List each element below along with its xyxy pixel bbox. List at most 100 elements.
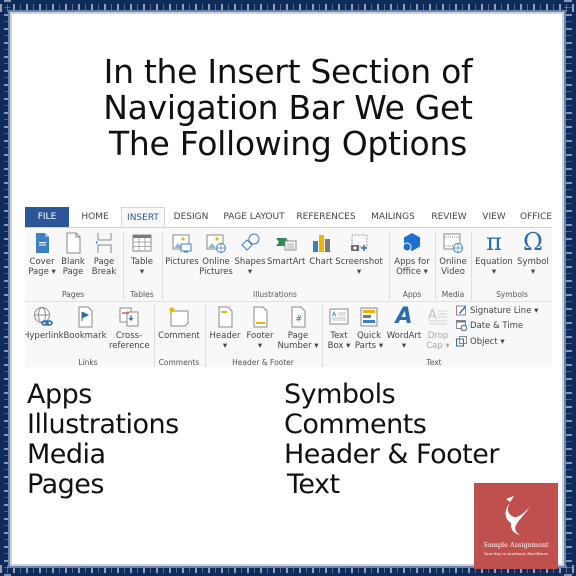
cover-page-label-2: Page ▾ <box>28 267 56 277</box>
online-pictures-button[interactable]: Online Pictures <box>199 232 233 277</box>
quick-parts-label-2: Parts ▾ <box>354 341 384 351</box>
signature-line-button[interactable]: Signature Line ▾ <box>456 304 538 318</box>
smartart-icon <box>275 232 297 254</box>
wordart-label-1: WordArt <box>386 331 422 341</box>
object-icon <box>456 336 467 347</box>
tab-references[interactable]: REFERENCES <box>294 207 358 228</box>
date-time-label: Date & Time <box>470 321 524 331</box>
frame-texture-top <box>0 4 576 12</box>
tab-office[interactable]: OFFICE <box>516 207 556 228</box>
wordart-button[interactable]: A WordArt ▾ <box>384 304 424 352</box>
group-label-tables: Tables <box>130 290 154 299</box>
option-illustrations: Illustrations <box>27 409 179 440</box>
option-pages: Pages <box>27 469 104 500</box>
tab-mailings[interactable]: MAILINGS <box>365 207 421 228</box>
bookmark-label-1: Bookmark <box>63 331 107 341</box>
group-label-comments: Comments <box>158 358 200 367</box>
cross-reference-icon <box>118 306 140 328</box>
option-apps: Apps <box>27 379 92 410</box>
insert-panel: Cover Page ▾ Blank Page Page Break Pages… <box>25 227 552 367</box>
table-label-1: Table <box>131 257 153 267</box>
dancing-figure-icon <box>505 496 530 535</box>
comment-button[interactable]: Comment <box>156 306 202 341</box>
shapes-button[interactable]: Shapes ▾ <box>233 232 267 277</box>
group-separator <box>389 232 390 300</box>
option-text: Text <box>287 469 340 500</box>
page-number-icon: # <box>287 306 309 328</box>
tab-design[interactable]: DESIGN <box>168 207 214 228</box>
text-box-button[interactable]: A Text Box ▾ <box>324 306 354 351</box>
tab-file[interactable]: FILE <box>25 207 69 228</box>
group-separator <box>154 304 155 367</box>
group-label-header-footer: Header & Footer <box>232 358 294 367</box>
text-box-label-1: Text <box>330 331 348 341</box>
headline-line-2: Navigation Bar We Get <box>103 88 473 127</box>
bookmark-button[interactable]: Bookmark <box>63 306 107 341</box>
symbol-button[interactable]: Ω Symbol ▾ <box>515 230 551 277</box>
page-number-button[interactable]: # Page Number ▾ <box>277 306 319 351</box>
text-box-label-2: Box ▾ <box>327 341 351 351</box>
group-separator <box>123 232 124 300</box>
footer-button[interactable]: Footer ▾ <box>243 306 277 351</box>
apps-for-office-label-2: Office ▾ <box>396 267 428 277</box>
svg-text:#: # <box>296 314 303 323</box>
group-label-apps: Apps <box>402 290 422 299</box>
logo-name: Sample Assignment <box>483 541 549 549</box>
tab-home[interactable]: HOME <box>73 207 117 228</box>
quick-parts-icon <box>358 306 380 328</box>
headline: In the Insert Section of Navigation Bar … <box>0 54 576 162</box>
pictures-button[interactable]: Pictures <box>165 232 199 267</box>
option-symbols: Symbols <box>284 379 396 410</box>
tab-view[interactable]: VIEW <box>477 207 511 228</box>
chart-button[interactable]: Chart <box>307 232 335 267</box>
screenshot-label-1: Screenshot <box>335 257 383 267</box>
page-break-button[interactable]: Page Break <box>89 232 119 277</box>
blank-page-icon <box>62 232 84 254</box>
page-break-label-1: Page <box>93 257 115 267</box>
chart-icon <box>310 232 332 254</box>
smartart-button[interactable]: SmartArt <box>267 232 305 267</box>
table-button[interactable]: Table ▾ <box>127 232 157 277</box>
group-label-media: Media <box>441 290 465 299</box>
tab-insert[interactable]: INSERT <box>121 207 165 228</box>
blank-page-label-2: Page <box>62 267 84 277</box>
signature-line-icon <box>456 305 467 316</box>
equation-button[interactable]: π Equation ▾ <box>473 230 515 277</box>
tab-review[interactable]: REVIEW <box>427 207 471 228</box>
tab-page-layout[interactable]: PAGE LAYOUT <box>218 207 290 228</box>
apps-for-office-button[interactable]: Apps for Office ▾ <box>392 232 432 277</box>
symbol-label-2: ▾ <box>530 267 536 277</box>
equation-label-1: Equation <box>475 257 513 267</box>
page-break-icon <box>93 232 115 254</box>
screenshot-icon <box>348 232 370 254</box>
online-video-button[interactable]: Online Video <box>437 232 469 277</box>
pictures-label-1: Pictures <box>165 257 199 267</box>
shapes-label-2: ▾ <box>247 267 253 277</box>
cover-page-button[interactable]: Cover Page ▾ <box>27 232 57 277</box>
online-pictures-icon <box>205 232 227 254</box>
blank-page-button[interactable]: Blank Page <box>58 232 88 277</box>
apps-for-office-label-1: Apps for <box>394 257 430 267</box>
object-button[interactable]: Object ▾ <box>456 335 505 349</box>
cross-reference-label-2: reference <box>109 341 150 351</box>
group-label-illustrations: Illustrations <box>253 290 297 299</box>
shapes-label-1: Shapes <box>234 257 266 267</box>
screenshot-button[interactable]: Screenshot ▾ <box>335 232 383 277</box>
text-box-icon: A <box>328 306 350 328</box>
hyperlink-button[interactable]: Hyperlink <box>25 306 64 341</box>
quick-parts-button[interactable]: Quick Parts ▾ <box>354 306 384 351</box>
online-pictures-label-1: Online <box>202 257 230 267</box>
options-list-left: Apps Illustrations Media Pages <box>27 380 179 500</box>
cross-reference-button[interactable]: Cross- reference <box>109 306 150 351</box>
header-button[interactable]: Header ▾ <box>207 306 243 351</box>
drop-cap-button[interactable]: A Drop Cap ▾ <box>424 306 452 351</box>
chart-label-1: Chart <box>309 257 333 267</box>
online-pictures-label-2: Pictures <box>199 267 233 277</box>
group-separator <box>322 304 323 367</box>
shapes-icon <box>239 232 261 254</box>
wordart-icon: A <box>395 304 413 329</box>
options-list-right: Symbols Comments Header & Footer Text <box>284 380 499 500</box>
date-time-button[interactable]: Date & Time <box>456 319 523 333</box>
equation-icon: π <box>486 228 502 256</box>
bookmark-icon <box>74 306 96 328</box>
